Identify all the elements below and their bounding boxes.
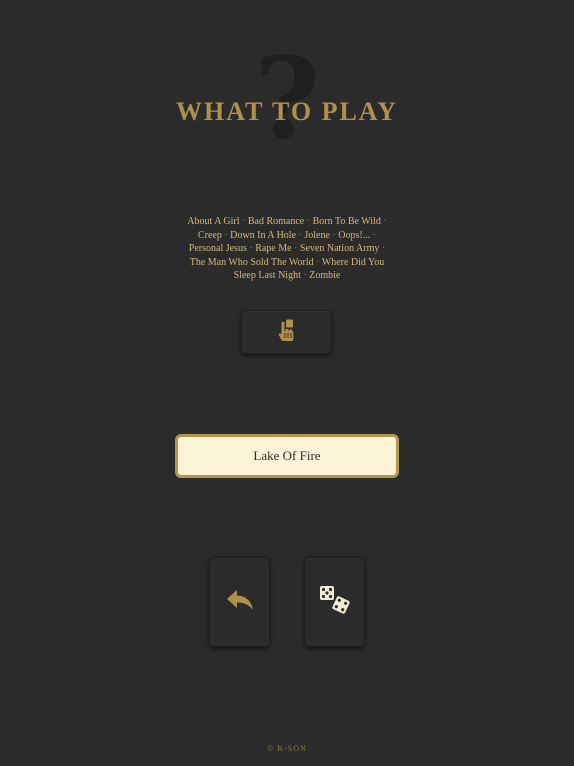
song-list-item: Oops!... — [338, 229, 371, 241]
song-list-item: Bad Romance — [247, 216, 305, 227]
song-list-item: Seven Nation Army — [299, 243, 380, 254]
song-list-item: Born To Be Wild — [312, 216, 381, 227]
song-list-item: Zombie — [309, 270, 341, 281]
song-list-item: Down In A Hole — [230, 229, 297, 241]
song-list-item: Creep — [197, 229, 222, 241]
song-separator: · — [300, 270, 310, 281]
reply-arrow-icon — [226, 588, 254, 616]
song-list-item: The Man Who Sold The World — [189, 256, 314, 268]
song-list: About A Girl · Bad Romance · Born To Be … — [180, 215, 394, 283]
random-button[interactable] — [304, 557, 365, 647]
song-separator: · — [221, 229, 231, 241]
song-separator: · — [291, 243, 300, 254]
song-separator: · — [370, 229, 377, 241]
song-separator: · — [380, 216, 387, 227]
song-list-item: Jolene — [304, 229, 330, 241]
song-separator: · — [313, 256, 322, 268]
song-separator: · — [304, 216, 313, 227]
song-separator: · — [246, 243, 256, 254]
dice-icon — [319, 585, 351, 619]
header: ? WHAT TO PLAY — [0, 40, 574, 160]
song-separator: · — [379, 243, 386, 254]
song-list-item: Personal Jesus — [188, 243, 247, 254]
song-separator: · — [329, 229, 339, 241]
selected-song-display: Lake Of Fire — [175, 434, 399, 478]
song-list-item: About A Girl — [187, 216, 240, 227]
pick-song-button[interactable] — [241, 310, 332, 354]
song-separator: · — [239, 216, 248, 227]
hand-pointer-icon — [278, 319, 296, 345]
page-title: WHAT TO PLAY — [176, 97, 398, 126]
song-list-item: Rape Me — [255, 243, 292, 254]
footer-copyright: © K-SON — [267, 744, 307, 753]
page: ? WHAT TO PLAY About A Girl · Bad Romanc… — [0, 0, 574, 766]
selected-song-label: Lake Of Fire — [253, 448, 321, 463]
back-button[interactable] — [209, 557, 270, 647]
